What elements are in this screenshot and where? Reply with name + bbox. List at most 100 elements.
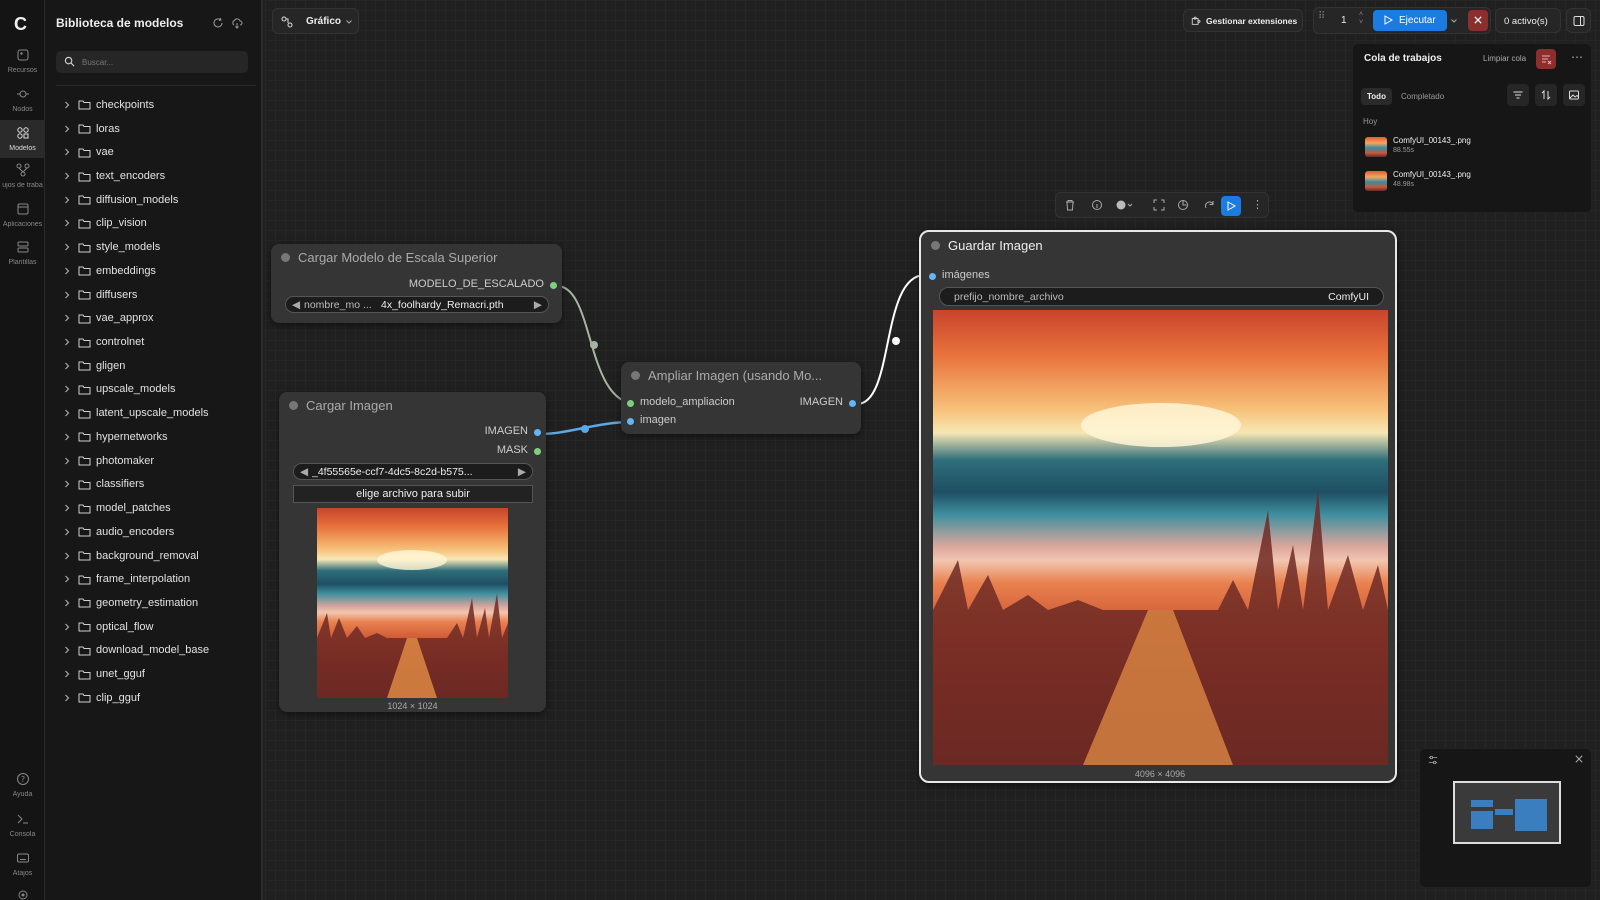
node-load-image[interactable]: Cargar Imagen IMAGEN MASK ◀ _4f55565e-cc… <box>279 392 546 712</box>
chevron-right-icon[interactable] <box>62 432 72 442</box>
node-status-dot[interactable] <box>631 371 640 381</box>
trash-icon[interactable] <box>1064 199 1076 211</box>
more-vertical-icon[interactable]: ⋮ <box>1252 199 1264 211</box>
chevron-right-icon[interactable] <box>62 147 72 157</box>
chevron-right-icon[interactable] <box>62 242 72 252</box>
sidebar-item-templates[interactable]: Plantillas <box>0 240 45 276</box>
tab-graph[interactable]: Gráfico <box>272 8 359 34</box>
sidebar-item-console[interactable]: Consola <box>0 812 45 848</box>
folder-item[interactable]: frame_interpolation <box>62 567 258 591</box>
sort-button[interactable] <box>1535 84 1557 106</box>
settings-sliders-icon[interactable] <box>1428 755 1438 765</box>
sidebar-item-resources[interactable]: Recursos <box>0 48 45 84</box>
folder-item[interactable]: photomaker <box>62 449 258 473</box>
close-icon[interactable] <box>1575 755 1583 763</box>
output-slot-dot[interactable] <box>849 400 856 407</box>
folder-item[interactable]: style_models <box>62 235 258 259</box>
run-selected-button[interactable] <box>1221 196 1241 216</box>
chevron-right-icon[interactable] <box>62 313 72 323</box>
folder-item[interactable]: classifiers <box>62 473 258 497</box>
chevron-right-icon[interactable] <box>62 645 72 655</box>
minimap-viewport[interactable] <box>1453 781 1561 844</box>
arrow-left-icon[interactable]: ◀ <box>292 299 300 311</box>
chevron-right-icon[interactable] <box>62 408 72 418</box>
color-picker-icon[interactable] <box>1116 199 1136 211</box>
input-slot-dot[interactable] <box>627 400 634 407</box>
chevron-right-icon[interactable] <box>62 266 72 276</box>
active-jobs-button[interactable]: 0 activo(s) <box>1495 8 1561 33</box>
folder-item[interactable]: model_patches <box>62 496 258 520</box>
filter-button[interactable] <box>1507 84 1529 106</box>
folder-item[interactable]: background_removal <box>62 544 258 568</box>
folder-item[interactable]: checkpoints <box>62 93 258 117</box>
folder-item[interactable]: loras <box>62 117 258 141</box>
folder-item[interactable]: gligen <box>62 354 258 378</box>
arrow-left-icon[interactable]: ◀ <box>300 466 308 478</box>
image-file-combo[interactable]: ◀ _4f55565e-ccf7-4dc5-8c2d-b575... ▶ <box>293 463 533 480</box>
chevron-right-icon[interactable] <box>62 171 72 181</box>
input-slot-dot[interactable] <box>929 273 936 280</box>
folder-item[interactable]: diffusers <box>62 283 258 307</box>
info-icon[interactable] <box>1091 199 1103 211</box>
node-title[interactable]: Guardar Imagen <box>931 232 1043 260</box>
cloud-download-icon[interactable] <box>231 17 243 29</box>
comfy-logo[interactable]: C <box>14 14 34 34</box>
output-slot-dot[interactable] <box>534 448 541 455</box>
folder-item[interactable]: upscale_models <box>62 378 258 402</box>
arrow-right-icon[interactable]: ▶ <box>518 466 526 478</box>
chevron-right-icon[interactable] <box>62 574 72 584</box>
chevron-right-icon[interactable] <box>62 456 72 466</box>
run-options-chevron-icon[interactable] <box>1450 17 1458 25</box>
node-title[interactable]: Ampliar Imagen (usando Mo... <box>631 362 822 390</box>
model-name-combo[interactable]: ◀ nombre_mo ... 4x_foolhardy_Remacri.pth… <box>285 296 549 313</box>
chevron-down-icon[interactable] <box>345 18 353 26</box>
folder-item[interactable]: vae <box>62 140 258 164</box>
chevron-right-icon[interactable] <box>62 527 72 537</box>
folder-item[interactable]: clip_vision <box>62 212 258 236</box>
node-title[interactable]: Cargar Modelo de Escala Superior <box>281 244 497 272</box>
sidebar-item-apps[interactable]: Aplicaciones <box>0 202 45 238</box>
sidebar-item-models[interactable]: Modelos <box>0 120 45 158</box>
folder-item[interactable]: text_encoders <box>62 164 258 188</box>
cancel-run-button[interactable] <box>1468 10 1488 31</box>
folder-item[interactable]: audio_encoders <box>62 520 258 544</box>
folder-item[interactable]: diffusion_models <box>62 188 258 212</box>
node-save-image[interactable]: Guardar Imagen imágenes prefijo_nombre_a… <box>919 230 1397 783</box>
sidebar-item-workflows[interactable]: ujos de traba <box>0 163 45 199</box>
toggle-panel-button[interactable] <box>1566 8 1591 33</box>
sidebar-item-shortcuts[interactable]: Atajos <box>0 851 45 887</box>
filename-prefix-field[interactable]: prefijo_nombre_archivo ComfyUI <box>939 287 1384 306</box>
chevron-right-icon[interactable] <box>62 503 72 513</box>
upload-button[interactable]: elige archivo para subir <box>293 485 533 503</box>
gallery-button[interactable] <box>1563 84 1585 106</box>
sidebar-item-help[interactable]: ? Ayuda <box>0 772 45 808</box>
chevron-right-icon[interactable] <box>62 195 72 205</box>
chevron-right-icon[interactable] <box>62 598 72 608</box>
node-upscale-model-loader[interactable]: Cargar Modelo de Escala Superior MODELO_… <box>271 244 562 323</box>
clear-queue-button[interactable] <box>1536 49 1556 69</box>
node-status-dot[interactable] <box>931 241 940 251</box>
node-status-dot[interactable] <box>281 253 290 263</box>
folder-item[interactable]: latent_upscale_models <box>62 401 258 425</box>
chevron-right-icon[interactable] <box>62 479 72 489</box>
node-status-dot[interactable] <box>289 401 298 411</box>
sidebar-item-settings[interactable] <box>0 888 45 900</box>
folder-item[interactable]: download_model_base <box>62 639 258 663</box>
tab-completed[interactable]: Completado <box>1395 88 1450 105</box>
arrow-right-icon[interactable]: ▶ <box>534 299 542 311</box>
run-button[interactable]: Ejecutar <box>1373 10 1447 31</box>
node-upscale-image[interactable]: Ampliar Imagen (usando Mo... modelo_ampl… <box>621 362 861 434</box>
manage-extensions-button[interactable]: Gestionar extensiones <box>1183 9 1303 32</box>
tab-all[interactable]: Todo <box>1361 88 1392 105</box>
redo-icon[interactable] <box>1204 199 1216 211</box>
chevron-right-icon[interactable] <box>62 551 72 561</box>
refresh-icon[interactable] <box>212 17 224 29</box>
folder-item[interactable]: embeddings <box>62 259 258 283</box>
queue-item[interactable]: ComfyUI_00143_.png 48.98s <box>1365 168 1585 194</box>
minimap-panel[interactable] <box>1419 748 1592 888</box>
chevron-right-icon[interactable] <box>62 100 72 110</box>
sidebar-item-nodes[interactable]: Nodos <box>0 87 45 123</box>
folder-item[interactable]: hypernetworks <box>62 425 258 449</box>
batch-stepper[interactable]: ˄ ˅ <box>1359 11 1367 29</box>
clear-queue-link[interactable]: Limpiar cola <box>1483 54 1526 63</box>
